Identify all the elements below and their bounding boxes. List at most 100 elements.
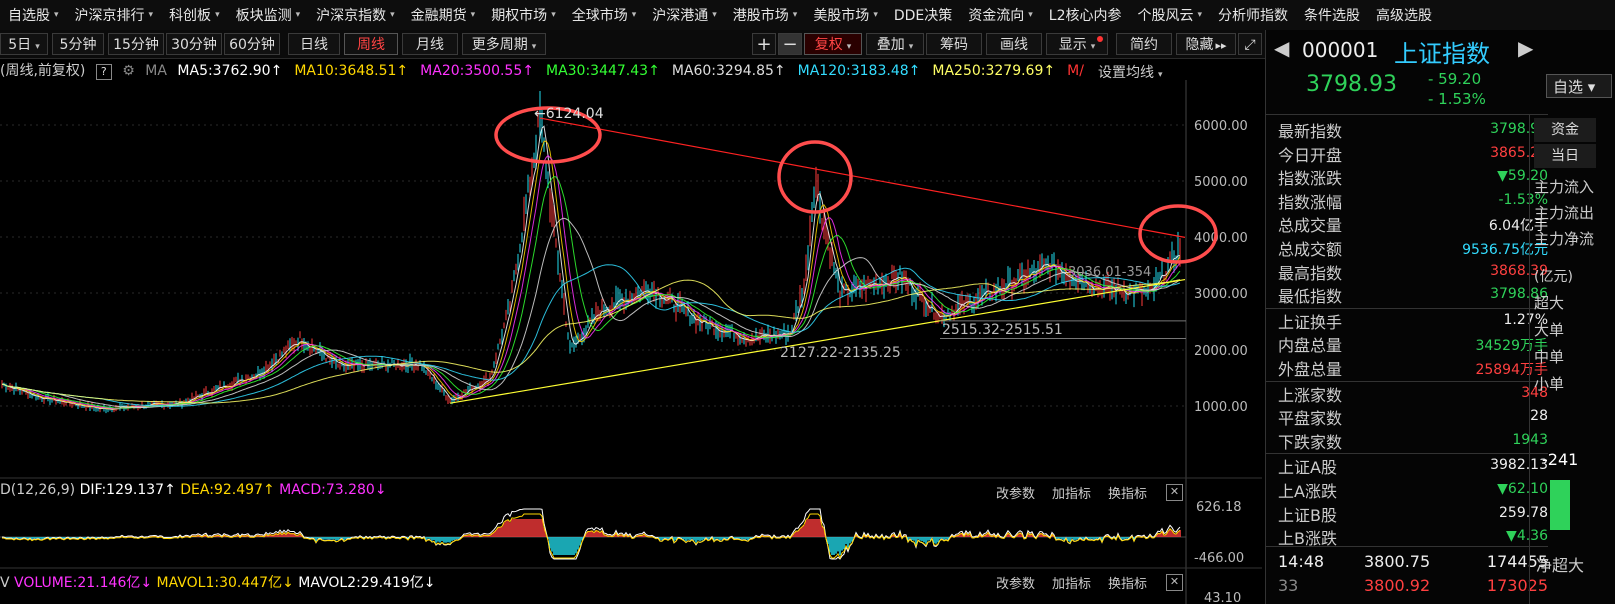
top-menu-item[interactable]: L2核心内参	[1041, 5, 1130, 25]
price-axis-label: 6000.00	[1194, 119, 1248, 134]
top-menu-item[interactable]: 自选股 ▾	[0, 5, 67, 25]
order-size-label: 大单	[1534, 321, 1565, 339]
display-dropdown[interactable]: 显示 ▾	[1046, 33, 1108, 55]
top-menu-label: 条件选股	[1304, 8, 1361, 24]
top-menu-item[interactable]: 资金流向 ▾	[960, 5, 1041, 25]
quote-row-label: 指数涨幅	[1278, 192, 1343, 212]
help-icon[interactable]: ?	[95, 64, 112, 80]
top-menu-label: 科创板	[169, 8, 212, 24]
macd-dea-arrow: ↑	[262, 482, 275, 498]
fuquan-dropdown[interactable]: 复权 ▾	[804, 33, 862, 55]
macd-close-icon[interactable]: ✕	[1166, 484, 1183, 501]
period-toolbar: 5日 ▾ 5分钟 15分钟 30分钟 60分钟 日线 周线 月线 更多周期 ▾ + …	[0, 30, 1265, 59]
top-menu-label: 美股市场	[813, 8, 870, 24]
quote-row-value: 28	[1530, 408, 1548, 425]
ma-legend: (周线,前复权) ? ⚙ MA MA5:3762.90↑ MA10:3648.51…	[0, 60, 1180, 80]
period-week-button[interactable]: 周线	[344, 33, 398, 55]
tick-time: 14:48	[1278, 552, 1325, 571]
period-5day-dropdown[interactable]: 5日 ▾	[0, 33, 48, 55]
quote-row-label: 总成交量	[1278, 216, 1343, 236]
simple-mode-button[interactable]: 简约	[1116, 33, 1172, 55]
period-day-button[interactable]: 日线	[288, 33, 340, 55]
top-menu-item[interactable]: 金融期货 ▾	[403, 5, 484, 25]
fund-tab[interactable]: 资金	[1534, 118, 1596, 142]
mavol1-arrow: ↓	[282, 575, 294, 591]
macd-swap-indicator-button[interactable]: 换指标	[1108, 483, 1147, 502]
top-menu-label: 资金流向	[968, 8, 1025, 24]
ma-settings-dropdown[interactable]: 设置均线 ▾	[1098, 62, 1163, 82]
macd-change-params-button[interactable]: 改参数	[996, 483, 1035, 502]
net-super-label: 净超大	[1536, 556, 1585, 575]
top-menu-item[interactable]: 期权市场 ▾	[483, 5, 564, 25]
range-annotation: 3036.01-354	[1068, 265, 1151, 280]
chevron-down-icon: ▾	[470, 10, 476, 20]
top-menu-label: L2核心内参	[1048, 8, 1122, 24]
quote-row-value: 259.78	[1499, 504, 1548, 521]
quote-row: 外盘总量 25894万手	[1278, 356, 1548, 380]
period-month-button[interactable]: 月线	[402, 33, 458, 55]
fullscreen-icon[interactable]: ⤢	[1238, 33, 1262, 55]
prev-stock-arrow-icon[interactable]: ◀	[1274, 36, 1289, 60]
gear-icon[interactable]: ⚙	[122, 63, 135, 79]
chevron-down-icon: ▾	[908, 42, 914, 52]
top-menu-label: 沪深港通	[652, 8, 709, 24]
quote-row: 上涨家数 348	[1278, 382, 1548, 406]
macd-value-arrow: ↓	[374, 482, 387, 498]
ma-settings-label: 设置均线	[1098, 65, 1154, 81]
next-stock-arrow-icon[interactable]: ▶	[1518, 36, 1533, 60]
volume-change-params-button[interactable]: 改参数	[996, 573, 1035, 592]
watchlist-dropdown[interactable]: 自选 ▾	[1546, 74, 1612, 98]
top-menu-item[interactable]: 沪深京指数 ▾	[308, 5, 403, 25]
period-5day-label: 5日	[8, 37, 32, 53]
ma-items: MA5:3762.90↑ MA10:3648.51↑ MA20:3500.55↑ MA…	[177, 63, 1096, 79]
draw-line-button[interactable]: 画线	[986, 33, 1042, 55]
overlay-dropdown[interactable]: 叠加 ▾	[866, 33, 924, 55]
top-menu-item[interactable]: 全球市场 ▾	[564, 5, 645, 25]
quote-row-label: 下跌家数	[1278, 432, 1343, 452]
period-60min-button[interactable]: 60分钟	[224, 33, 280, 55]
period-30min-button[interactable]: 30分钟	[166, 33, 222, 55]
top-menu-label: 个股风云	[1137, 8, 1194, 24]
period-5min-button[interactable]: 5分钟	[52, 33, 104, 55]
volume-add-indicator-button[interactable]: 加指标	[1052, 573, 1091, 592]
quote-row: 上证换手 1.27%	[1278, 309, 1548, 333]
top-menu-item[interactable]: 个股风云 ▾	[1130, 5, 1211, 25]
chips-button[interactable]: 筹码	[926, 33, 982, 55]
zoom-in-button[interactable]: +	[752, 33, 776, 55]
volume-swap-indicator-button[interactable]: 换指标	[1108, 573, 1147, 592]
period-15min-button[interactable]: 15分钟	[108, 33, 164, 55]
top-menu-item[interactable]: DDE决策	[886, 5, 960, 25]
top-menu-label: 全球市场	[571, 8, 628, 24]
chart-mode-label: (周线,前复权)	[0, 63, 86, 79]
quote-row-label: 外盘总量	[1278, 360, 1343, 379]
watchlist-label: 自选	[1553, 78, 1584, 96]
top-menu-item[interactable]: 港股市场 ▾	[725, 5, 806, 25]
kline-chart[interactable]: 6000.00 5000.00 4000.00 3000.00 2000.00 1000.…	[0, 80, 1262, 604]
zoom-out-button[interactable]: −	[778, 33, 802, 55]
volume-close-icon[interactable]: ✕	[1166, 574, 1183, 591]
top-menu-item[interactable]: 分析师指数	[1210, 5, 1296, 25]
quote-row-label: 最高指数	[1278, 263, 1343, 283]
top-menu-label: 港股市场	[732, 8, 789, 24]
double-chevron-right-icon: ▸▸	[1215, 39, 1227, 52]
top-menu-item[interactable]: 沪深京排行 ▾	[67, 5, 162, 25]
ma-legend-text: MA10:3648.51	[294, 63, 397, 79]
macd-add-indicator-button[interactable]: 加指标	[1052, 483, 1091, 502]
quote-row-label: 上证B股	[1278, 505, 1337, 525]
top-menu-item[interactable]: 板块监测 ▾	[228, 5, 309, 25]
top-menu-label: 高级选股	[1376, 8, 1433, 24]
macd-dif-arrow: ↑	[164, 482, 176, 498]
chevron-down-icon: ▾	[1028, 10, 1033, 20]
top-menu-item[interactable]: 高级选股	[1368, 5, 1440, 25]
top-menu-item[interactable]: 条件选股	[1296, 5, 1368, 25]
quote-panel: ◀ 000001 上证指数 ▶ 3798.93 - 59.20 - 1.53% …	[1265, 30, 1615, 604]
hide-button[interactable]: 隐藏 ▸▸	[1176, 33, 1236, 55]
top-menu-item[interactable]: 沪深港通 ▾	[644, 5, 725, 25]
top-menu-item[interactable]: 科创板 ▾	[161, 5, 228, 25]
top-menu-item[interactable]: 美股市场 ▾	[805, 5, 886, 25]
today-tab[interactable]: 当日	[1534, 144, 1596, 168]
chevron-down-icon: ▾	[631, 10, 637, 20]
tick-price: 3800.75	[1364, 552, 1431, 571]
notification-dot-icon	[1097, 36, 1103, 42]
period-more-dropdown[interactable]: 更多周期 ▾	[462, 33, 546, 55]
